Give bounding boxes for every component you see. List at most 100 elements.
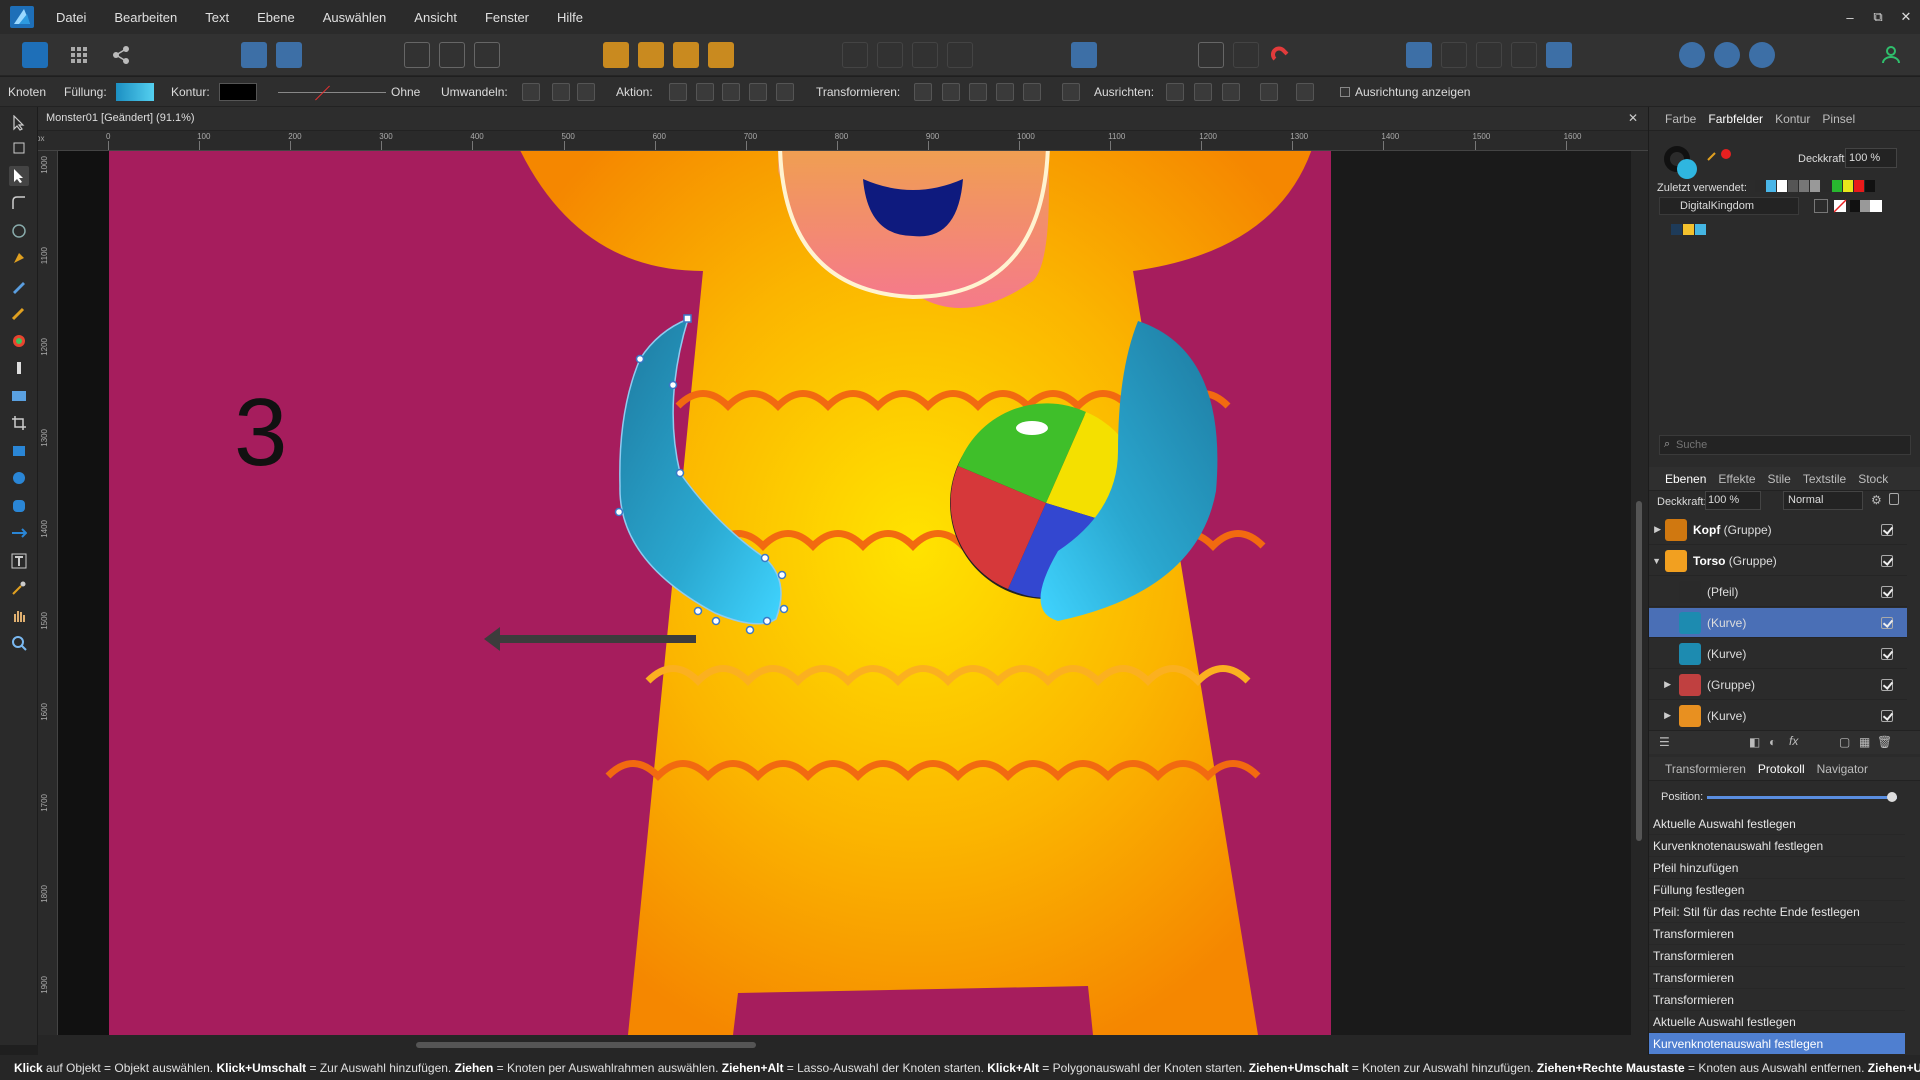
layer-row[interactable]: (Kurve) [1649,608,1907,638]
tab-effects[interactable]: Effekte [1718,472,1755,486]
xor-boolean-icon[interactable] [1511,42,1537,68]
reverse-curve-icon[interactable] [776,83,794,101]
move-back-icon[interactable] [603,42,629,68]
layer-visibility-checkbox[interactable] [1881,585,1893,598]
delete-layer-icon[interactable]: 🗑 [1877,735,1892,749]
vector-brush-icon[interactable] [9,303,29,323]
move-forward-one-icon[interactable] [673,42,699,68]
pen-tool-icon[interactable] [9,248,29,268]
snapping-magnet-icon[interactable] [1268,42,1294,68]
tab-brushes[interactable]: Pinsel [1822,112,1855,126]
recent-color-swatch[interactable] [1843,180,1853,192]
history-entry[interactable]: Aktuelle Auswahl festlegen [1649,813,1905,835]
history-entry[interactable]: Aktuelle Auswahl festlegen [1649,1011,1905,1033]
select-all-icon[interactable] [404,42,430,68]
close-curve-icon[interactable] [696,83,714,101]
share-icon[interactable] [108,42,134,68]
transform-option4-icon[interactable] [1023,83,1041,101]
move-tool-icon[interactable] [9,113,29,133]
tab-transform[interactable]: Transformieren [1665,762,1746,776]
node-tool-icon[interactable] [9,166,29,186]
palette-dropdown[interactable]: DigitalKingdom [1659,197,1799,215]
corner-tool-icon[interactable] [9,193,29,213]
fill-tool-icon[interactable] [9,331,29,351]
intersect-boolean-icon[interactable] [1476,42,1502,68]
smooth-curve-icon[interactable] [722,83,740,101]
layer-opacity-field[interactable]: 100 % [1705,491,1761,510]
layer-expand-icon[interactable]: ▶ [1649,524,1665,535]
smooth-node-icon[interactable] [552,83,570,101]
align-icon[interactable] [1071,42,1097,68]
tab-color[interactable]: Farbe [1665,112,1696,126]
show-alignment-checkbox[interactable] [1340,87,1350,97]
vertical-scroll-thumb[interactable] [1636,501,1642,841]
align-nodes-h-icon[interactable] [1166,83,1184,101]
history-entry[interactable]: Transformieren [1649,945,1905,967]
vertical-scrollbar[interactable] [1631,151,1648,1035]
transform-mode-icon[interactable] [914,83,932,101]
transform-option3-icon[interactable] [996,83,1014,101]
layer-expand-icon[interactable]: ▼ [1649,556,1665,566]
view-tool-icon[interactable] [9,606,29,626]
tab-stroke[interactable]: Kontur [1775,112,1810,126]
add-layer-icon[interactable]: ▢ [1839,735,1850,749]
recent-color-swatch[interactable] [1832,180,1842,192]
mask-layer-icon[interactable]: ◧ [1749,735,1760,749]
history-entry[interactable]: Transformieren [1649,989,1905,1011]
layer-visibility-checkbox[interactable] [1881,616,1893,629]
no-color-icon[interactable] [1721,149,1731,159]
transparency-tool-icon[interactable] [9,358,29,378]
lock-icon[interactable] [1889,493,1899,505]
history-entry[interactable]: Kurvenknotenauswahl festlegen [1649,1033,1905,1055]
recent-color-swatch[interactable] [1854,180,1864,192]
palette-color-swatch[interactable] [1683,224,1694,235]
layer-row[interactable]: ▼ Torso (Gruppe) [1649,546,1907,576]
swatch-search-field[interactable]: ⌕ [1659,435,1911,455]
align-nodes-5-icon[interactable] [1296,83,1314,101]
menu-layer[interactable]: Ebene [257,10,295,25]
history-position-slider[interactable] [1707,792,1897,802]
palette-color-swatch[interactable] [1695,224,1706,235]
color-icon[interactable] [1749,42,1775,68]
recent-color-swatch[interactable] [1788,180,1798,192]
tab-layers[interactable]: Ebenen [1665,472,1706,486]
place-image-icon[interactable] [9,386,29,406]
move-front-icon[interactable] [708,42,734,68]
menu-file[interactable]: Datei [56,10,86,25]
fx-icon[interactable]: fx [1789,734,1798,748]
subtract-boolean-icon[interactable] [1441,42,1467,68]
layer-visibility-checkbox[interactable] [1881,709,1893,722]
layer-row[interactable]: ▶ (Kurve) [1649,701,1907,731]
pencil-tool-icon[interactable] [9,276,29,296]
fill-swatch[interactable] [116,83,154,101]
flip-v-icon[interactable] [877,42,903,68]
clip-icon[interactable] [1714,42,1740,68]
transform-option-icon[interactable] [942,83,960,101]
layer-settings-gear-icon[interactable]: ⚙ [1871,493,1882,507]
history-entry[interactable]: Pfeil: Stil für das rechte Ende festlege… [1649,901,1905,923]
transform-option2-icon[interactable] [969,83,987,101]
join-curves-icon[interactable] [749,83,767,101]
maximize-button[interactable]: ⧉ [1864,9,1892,25]
zoom-tool-icon[interactable] [9,633,29,653]
history-entry[interactable]: Transformieren [1649,967,1905,989]
layer-expand-icon[interactable]: ▶ [1649,679,1675,690]
close-document-button[interactable]: ✕ [1628,111,1638,125]
point-transform-icon[interactable] [9,221,29,241]
rotate-right-icon[interactable] [947,42,973,68]
history-entry[interactable]: Füllung festlegen [1649,879,1905,901]
tab-swatches[interactable]: Farbfelder [1708,112,1763,126]
menu-edit[interactable]: Bearbeiten [114,10,177,25]
recent-color-swatch[interactable] [1799,180,1809,192]
palette-grid-icon[interactable] [1814,199,1828,213]
recent-color-swatch[interactable] [1865,180,1875,192]
history-entry[interactable]: Transformieren [1649,923,1905,945]
text-tool-icon[interactable] [9,551,29,571]
history-entry[interactable]: Kurvenknotenauswahl festlegen [1649,835,1905,857]
eyedropper-tool-icon[interactable] [9,578,29,598]
recent-color-swatch[interactable] [1821,180,1831,192]
layer-row[interactable]: ▶ Kopf (Gruppe) [1649,515,1907,545]
stroke-width-slider[interactable] [278,92,386,93]
snap-toggle-icon[interactable] [1233,42,1259,68]
mask-icon[interactable] [1679,42,1705,68]
